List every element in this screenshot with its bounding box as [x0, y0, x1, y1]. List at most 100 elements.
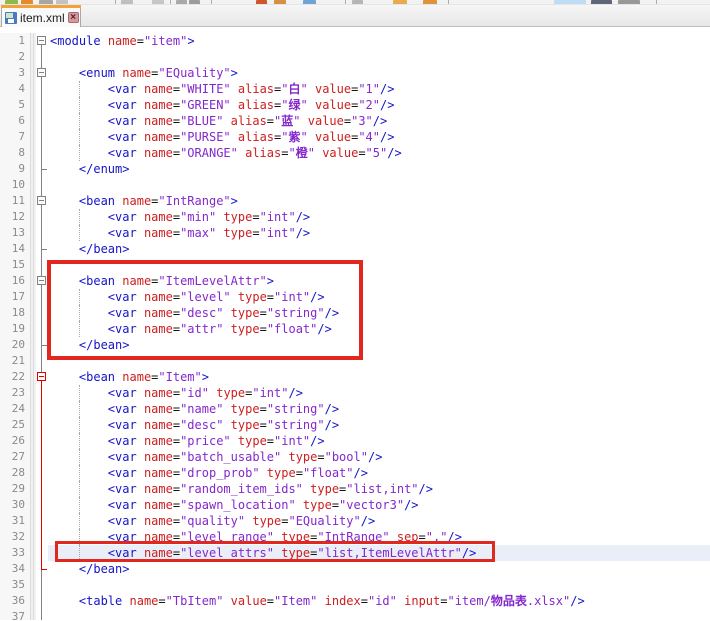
code-line-29[interactable]: 29 <var name="random_item_ids" type="lis… — [0, 481, 710, 497]
code-text[interactable]: <var name="level" type="int"/> — [48, 289, 710, 305]
toolbar-icon-fragment[interactable] — [393, 0, 407, 4]
code-text[interactable]: <table name="TbItem" value="Item" index=… — [48, 593, 710, 609]
code-line-13[interactable]: 13 <var name="max" type="int"/> — [0, 225, 710, 241]
fold-marker[interactable] — [37, 276, 46, 285]
toolbar-icon-fragment[interactable] — [5, 0, 18, 4]
code-line-30[interactable]: 30 <var name="spawn_location" type="vect… — [0, 497, 710, 513]
code-text[interactable]: <bean name="IntRange"> — [48, 193, 710, 209]
toolbar-icon-fragment[interactable] — [56, 0, 68, 4]
code-line-5[interactable]: 5 <var name="GREEN" alias="绿" value="2"/… — [0, 97, 710, 113]
code-line-12[interactable]: 12 <var name="min" type="int"/> — [0, 209, 710, 225]
code-editor[interactable]: 1<module name="item">23 <enum name="EQua… — [0, 27, 710, 620]
code-line-1[interactable]: 1<module name="item"> — [0, 33, 710, 49]
code-line-20[interactable]: 20 </bean> — [0, 337, 710, 353]
code-line-31[interactable]: 31 <var name="quality" type="EQuality"/> — [0, 513, 710, 529]
code-text[interactable]: <var name="ORANGE" alias="橙" value="5"/> — [48, 145, 710, 161]
code-line-4[interactable]: 4 <var name="WHITE" alias="白" value="1"/… — [0, 81, 710, 97]
toolbar-icon-fragment[interactable] — [121, 0, 133, 4]
toolbar-icon-fragment[interactable] — [176, 0, 187, 4]
code-text[interactable] — [48, 577, 710, 593]
code-line-37[interactable]: 37 — [0, 609, 710, 620]
code-line-2[interactable]: 2 — [0, 49, 710, 65]
code-text[interactable] — [48, 609, 710, 620]
code-line-26[interactable]: 26 <var name="price" type="int"/> — [0, 433, 710, 449]
fold-marker[interactable] — [37, 372, 46, 381]
code-text[interactable]: <var name="attr" type="float"/> — [48, 321, 710, 337]
code-text[interactable]: <var name="max" type="int"/> — [48, 225, 710, 241]
toolbar-icon-fragment[interactable] — [554, 0, 586, 4]
code-line-18[interactable]: 18 <var name="desc" type="string"/> — [0, 305, 710, 321]
code-text[interactable]: </bean> — [48, 337, 710, 353]
fold-marker[interactable] — [37, 68, 46, 77]
code-text[interactable]: </bean> — [48, 561, 710, 577]
code-line-17[interactable]: 17 <var name="level" type="int"/> — [0, 289, 710, 305]
code-text[interactable]: <var name="GREEN" alias="绿" value="2"/> — [48, 97, 710, 113]
close-icon[interactable]: × — [68, 12, 79, 23]
code-text[interactable]: <var name="random_item_ids" type="list,i… — [48, 481, 710, 497]
code-line-36[interactable]: 36 <table name="TbItem" value="Item" ind… — [0, 593, 710, 609]
code-line-33[interactable]: 33 <var name="level_attrs" type="list,It… — [0, 545, 710, 561]
toolbar-icon-fragment[interactable] — [423, 0, 437, 4]
toolbar-icon-fragment[interactable] — [274, 0, 286, 4]
toolbar-icon-fragment[interactable] — [39, 0, 53, 4]
code-text[interactable] — [48, 177, 710, 193]
code-line-24[interactable]: 24 <var name="name" type="string"/> — [0, 401, 710, 417]
code-text[interactable]: <var name="level_range" type="IntRange" … — [48, 529, 710, 545]
code-line-35[interactable]: 35 — [0, 577, 710, 593]
toolbar-icon-fragment[interactable] — [591, 0, 612, 4]
toolbar-icon-fragment[interactable] — [256, 0, 267, 4]
code-text[interactable]: <var name="WHITE" alias="白" value="1"/> — [48, 81, 710, 97]
code-text[interactable]: <var name="min" type="int"/> — [48, 209, 710, 225]
code-text[interactable]: <var name="desc" type="string"/> — [48, 417, 710, 433]
code-line-3[interactable]: 3 <enum name="EQuality"> — [0, 65, 710, 81]
code-text[interactable]: <bean name="Item"> — [48, 369, 710, 385]
fold-marker[interactable] — [37, 36, 46, 45]
code-text[interactable]: <var name="BLUE" alias="蓝" value="3"/> — [48, 113, 710, 129]
toolbar-icon-fragment[interactable] — [303, 0, 316, 4]
code-text[interactable] — [48, 257, 710, 273]
code-line-16[interactable]: 16 <bean name="ItemLevelAttr"> — [0, 273, 710, 289]
code-text[interactable]: <var name="name" type="string"/> — [48, 401, 710, 417]
code-text[interactable]: <var name="spawn_location" type="vector3… — [48, 497, 710, 513]
code-line-6[interactable]: 6 <var name="BLUE" alias="蓝" value="3"/> — [0, 113, 710, 129]
code-line-22[interactable]: 22 <bean name="Item"> — [0, 369, 710, 385]
code-text[interactable]: <var name="desc" type="string"/> — [48, 305, 710, 321]
code-line-32[interactable]: 32 <var name="level_range" type="IntRang… — [0, 529, 710, 545]
code-text[interactable]: <var name="price" type="int"/> — [48, 433, 710, 449]
code-line-11[interactable]: 11 <bean name="IntRange"> — [0, 193, 710, 209]
code-text[interactable]: <module name="item"> — [48, 33, 710, 49]
toolbar-icon-fragment[interactable] — [189, 0, 200, 4]
code-text[interactable]: <var name="PURSE" alias="紫" value="4"/> — [48, 129, 710, 145]
toolbar-icon-fragment[interactable] — [152, 0, 164, 4]
toolbar-icon-fragment[interactable] — [618, 0, 640, 4]
code-text[interactable]: <var name="batch_usable" type="bool"/> — [48, 449, 710, 465]
code-text[interactable]: <var name="drop_prob" type="float"/> — [48, 465, 710, 481]
code-line-28[interactable]: 28 <var name="drop_prob" type="float"/> — [0, 465, 710, 481]
code-line-21[interactable]: 21 — [0, 353, 710, 369]
code-text[interactable]: <enum name="EQuality"> — [48, 65, 710, 81]
code-line-34[interactable]: 34 </bean> — [0, 561, 710, 577]
code-line-10[interactable]: 10 — [0, 177, 710, 193]
code-text[interactable]: <var name="quality" type="EQuality"/> — [48, 513, 710, 529]
indent-guide — [79, 529, 80, 545]
code-line-27[interactable]: 27 <var name="batch_usable" type="bool"/… — [0, 449, 710, 465]
code-line-23[interactable]: 23 <var name="id" type="int"/> — [0, 385, 710, 401]
fold-marker[interactable] — [37, 196, 46, 205]
code-line-7[interactable]: 7 <var name="PURSE" alias="紫" value="4"/… — [0, 129, 710, 145]
code-line-25[interactable]: 25 <var name="desc" type="string"/> — [0, 417, 710, 433]
code-line-14[interactable]: 14 </bean> — [0, 241, 710, 257]
toolbar-icon-fragment[interactable] — [21, 0, 33, 4]
code-text[interactable]: </bean> — [48, 241, 710, 257]
code-text[interactable]: <bean name="ItemLevelAttr"> — [48, 273, 710, 289]
code-text[interactable]: <var name="id" type="int"/> — [48, 385, 710, 401]
code-text[interactable] — [48, 49, 710, 65]
code-line-19[interactable]: 19 <var name="attr" type="float"/> — [0, 321, 710, 337]
code-line-9[interactable]: 9 </enum> — [0, 161, 710, 177]
tab-item-xml[interactable]: item.xml × — [1, 5, 81, 27]
code-text[interactable]: </enum> — [48, 161, 710, 177]
code-text[interactable]: <var name="level_attrs" type="list,ItemL… — [48, 545, 710, 561]
toolbar-icon-fragment[interactable] — [352, 0, 363, 4]
code-line-15[interactable]: 15 — [0, 257, 710, 273]
code-text[interactable] — [48, 353, 710, 369]
code-line-8[interactable]: 8 <var name="ORANGE" alias="橙" value="5"… — [0, 145, 710, 161]
